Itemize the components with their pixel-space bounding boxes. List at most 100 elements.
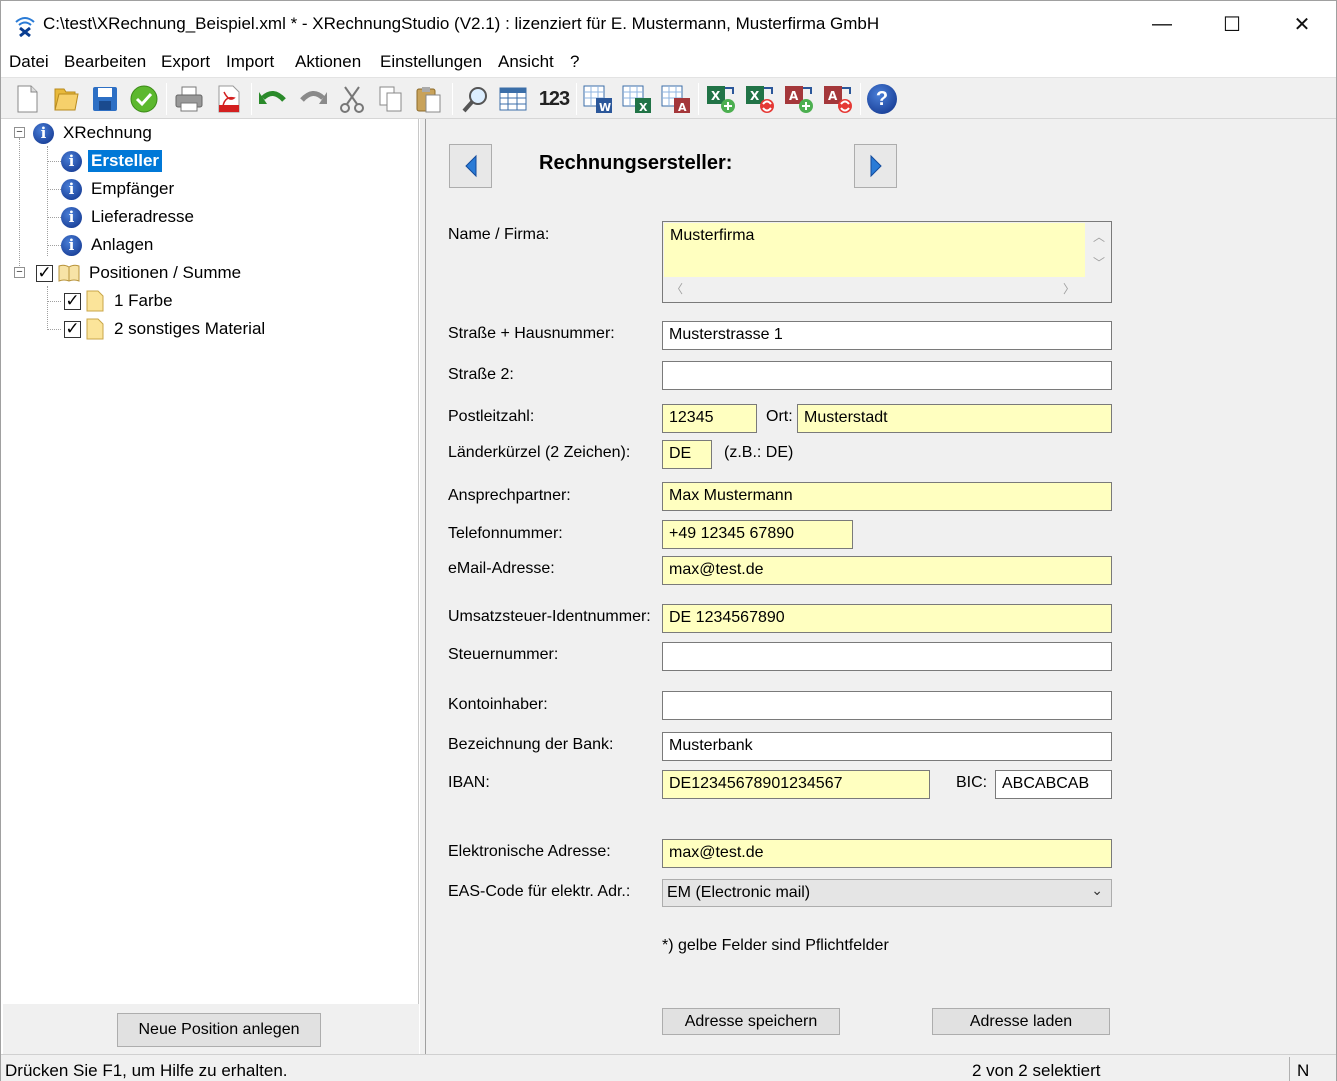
vat-id-field[interactable]: DE 1234567890 xyxy=(662,604,1112,633)
eas-code-select[interactable]: EM (Electronic mail) ⌄ xyxy=(662,879,1112,907)
positionen-checkbox[interactable]: ✓ xyxy=(36,263,53,282)
search-button[interactable] xyxy=(458,82,492,116)
import-excel-add-button[interactable]: X xyxy=(704,82,738,116)
info-icon: i xyxy=(61,178,82,200)
pdf-button[interactable] xyxy=(212,82,246,116)
cut-button[interactable] xyxy=(335,82,369,116)
tax-number-field[interactable] xyxy=(662,642,1112,671)
iban-field[interactable]: DE12345678901234567 xyxy=(662,770,930,799)
svg-text:X: X xyxy=(639,101,648,114)
previous-button[interactable] xyxy=(449,144,492,188)
svg-text:W: W xyxy=(599,101,611,114)
position-checkbox[interactable]: ✓ xyxy=(64,291,81,310)
svg-text:A: A xyxy=(678,101,687,114)
menu-datei[interactable]: Datei xyxy=(9,52,49,72)
paste-button[interactable] xyxy=(412,82,446,116)
city-field[interactable]: Musterstadt xyxy=(797,404,1112,433)
email-field[interactable]: max@test.de xyxy=(662,556,1112,585)
help-button[interactable]: ? xyxy=(865,82,899,116)
tree-node-empfaenger[interactable]: i Empfänger xyxy=(61,176,177,202)
toolbar-separator xyxy=(860,83,861,115)
redo-button[interactable] xyxy=(296,82,330,116)
next-button[interactable] xyxy=(854,144,897,188)
zip-field[interactable]: 12345 xyxy=(662,404,757,433)
account-holder-field[interactable] xyxy=(662,691,1112,720)
menu-import[interactable]: Import xyxy=(226,52,274,72)
info-icon: i xyxy=(61,206,82,228)
pdf-icon xyxy=(218,85,240,113)
menu-aktionen[interactable]: Aktionen xyxy=(295,52,361,72)
position-checkbox[interactable]: ✓ xyxy=(64,319,81,338)
eas-code-value: EM (Electronic mail) xyxy=(667,884,811,901)
table-button[interactable] xyxy=(496,82,530,116)
print-button[interactable] xyxy=(172,82,206,116)
new-position-button[interactable]: Neue Position anlegen xyxy=(117,1013,321,1047)
tree-node-xrechnung[interactable]: i XRechnung xyxy=(33,120,155,146)
tree-label: 2 sonstiges Material xyxy=(114,319,266,338)
scroll-left-icon[interactable]: 〈 xyxy=(671,280,683,297)
e-address-field[interactable]: max@test.de xyxy=(662,839,1112,868)
undo-button[interactable] xyxy=(256,82,290,116)
menu-help[interactable]: ? xyxy=(570,52,579,72)
status-help-text: Drücken Sie F1, um Hilfe zu erhalten. xyxy=(5,1061,288,1080)
tree-node-ersteller[interactable]: i Ersteller xyxy=(61,148,163,174)
tree-node-anlagen[interactable]: i Anlagen xyxy=(61,232,156,258)
city-label: Ort: xyxy=(766,408,793,425)
name-textarea[interactable]: Musterfirma ︿ ﹀ 〈 〉 xyxy=(662,221,1112,303)
tree-node-positionen[interactable]: ✓ Positionen / Summe xyxy=(36,260,244,286)
country-field[interactable]: DE xyxy=(662,440,712,469)
tree-connector xyxy=(47,161,61,162)
menu-einstellungen[interactable]: Einstellungen xyxy=(380,52,482,72)
export-excel-icon: X xyxy=(622,85,651,114)
scroll-up-icon[interactable]: ︿ xyxy=(1093,228,1105,245)
toolbar-separator xyxy=(698,83,699,115)
save-button[interactable] xyxy=(88,82,122,116)
tree-connector xyxy=(47,286,48,330)
import-excel-replace-button[interactable]: X xyxy=(743,82,777,116)
bank-field[interactable]: Musterbank xyxy=(662,732,1112,761)
import-access-replace-button[interactable]: A xyxy=(821,82,855,116)
tree-node-lieferadresse[interactable]: i Lieferadresse xyxy=(61,204,197,230)
minimize-button[interactable]: — xyxy=(1127,1,1197,47)
load-address-button[interactable]: Adresse laden xyxy=(932,1008,1110,1035)
tree-footer: Neue Position anlegen xyxy=(3,1004,419,1054)
export-access-button[interactable]: A xyxy=(659,82,693,116)
export-word-button[interactable]: W xyxy=(581,82,615,116)
undo-icon xyxy=(259,91,286,104)
menu-ansicht[interactable]: Ansicht xyxy=(498,52,554,72)
scroll-down-icon[interactable]: ﹀ xyxy=(1093,254,1105,271)
tree-node-position[interactable]: ✓ 1 Farbe xyxy=(64,288,176,314)
app-logo-icon xyxy=(15,17,35,37)
street-field[interactable]: Musterstrasse 1 xyxy=(662,321,1112,350)
contact-field[interactable]: Max Mustermann xyxy=(662,482,1112,511)
collapse-positionen-toggle[interactable]: − xyxy=(14,267,25,278)
new-document-button[interactable] xyxy=(10,82,44,116)
navigation-tree: − i XRechnung i Ersteller i Empfänger i … xyxy=(3,119,419,1054)
validate-button[interactable] xyxy=(127,82,161,116)
menu-bearbeiten[interactable]: Bearbeiten xyxy=(64,52,146,72)
scroll-right-icon[interactable]: 〉 xyxy=(1063,280,1075,297)
import-access-add-button[interactable]: A xyxy=(782,82,816,116)
copy-button[interactable] xyxy=(374,82,408,116)
maximize-button[interactable]: ☐ xyxy=(1197,1,1267,47)
tree-connector xyxy=(47,329,61,330)
name-label: Name / Firma: xyxy=(448,226,550,243)
phone-field[interactable]: +49 12345 67890 xyxy=(662,520,853,549)
export-excel-button[interactable]: X xyxy=(620,82,654,116)
phone-label: Telefonnummer: xyxy=(448,525,563,542)
arrow-left-icon xyxy=(464,154,476,178)
tree-label: Positionen / Summe xyxy=(89,263,242,282)
save-address-button[interactable]: Adresse speichern xyxy=(662,1008,840,1035)
open-folder-button[interactable] xyxy=(49,82,83,116)
street2-field[interactable] xyxy=(662,361,1112,390)
street2-label: Straße 2: xyxy=(448,366,514,383)
bic-field[interactable]: ABCABCAB xyxy=(995,770,1112,799)
status-selection: 2 von 2 selektiert xyxy=(972,1061,1101,1080)
numbering-button[interactable]: 123 xyxy=(535,82,573,116)
toolbar: 123 W X A X X A A ? xyxy=(1,77,1336,119)
menu-export[interactable]: Export xyxy=(161,52,210,72)
eas-code-label: EAS-Code für elektr. Adr.: xyxy=(448,883,631,900)
close-button[interactable]: ✕ xyxy=(1267,1,1337,47)
collapse-xrechnung-toggle[interactable]: − xyxy=(14,127,25,138)
tree-node-position[interactable]: ✓ 2 sonstiges Material xyxy=(64,316,268,342)
